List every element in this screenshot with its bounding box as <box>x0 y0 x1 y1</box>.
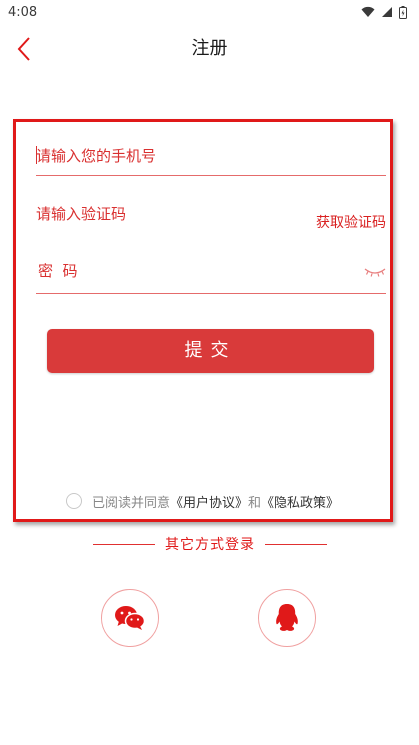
password-placeholder[interactable]: 密 码 <box>38 260 78 281</box>
agreement-row: 已阅读并同意 《用户协议》 和 《隐私政策》 <box>66 491 339 511</box>
wechat-icon <box>115 606 146 630</box>
signal-icon <box>382 7 392 17</box>
privacy-policy-link[interactable]: 《隐私政策》 <box>261 492 339 511</box>
phone-field-underline <box>36 175 386 176</box>
status-time: 4:08 <box>8 4 38 20</box>
submit-button[interactable]: 提交 <box>47 329 374 373</box>
phone-input[interactable] <box>36 142 296 170</box>
text-caret <box>36 146 37 164</box>
user-agreement-link[interactable]: 《用户协议》 <box>170 492 248 511</box>
agreement-radio[interactable] <box>66 493 82 509</box>
other-login-divider: 其它方式登录 <box>93 533 327 555</box>
phone-field-row <box>36 136 386 176</box>
nav-bar: 注册 <box>0 24 419 72</box>
code-field-row: 获取验证码 <box>36 194 386 234</box>
qq-login-button[interactable] <box>258 589 316 647</box>
code-input[interactable] <box>36 200 236 228</box>
battery-icon <box>399 5 407 19</box>
agreement-and: 和 <box>248 495 262 511</box>
divider-line-right <box>265 543 327 545</box>
divider-line-left <box>93 543 155 545</box>
password-field-row: 密 码 <box>36 252 386 294</box>
wechat-login-button[interactable] <box>101 589 159 647</box>
status-icons <box>361 5 407 19</box>
agreement-prefix: 已阅读并同意 <box>92 495 171 511</box>
eye-closed-icon[interactable] <box>364 266 386 278</box>
password-field-underline <box>36 293 386 294</box>
wifi-icon <box>361 6 375 17</box>
page-title: 注册 <box>191 38 228 59</box>
qq-icon <box>276 604 298 631</box>
register-form: 获取验证码 密 码 提交 已阅读并同意 《用户协议》 和 《隐私政策》 <box>13 119 393 522</box>
get-code-button[interactable]: 获取验证码 <box>316 212 386 232</box>
status-bar: 4:08 <box>0 0 419 24</box>
other-login-label: 其它方式登录 <box>165 537 255 553</box>
